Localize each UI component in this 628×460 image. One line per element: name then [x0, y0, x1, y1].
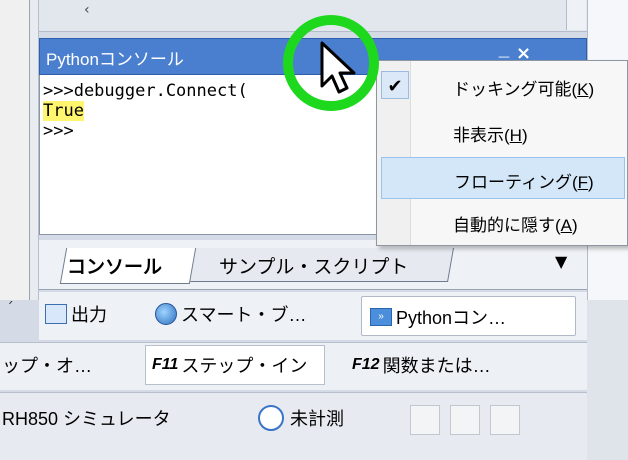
context-menu: ✔ ドッキング可能(K) 非表示(H) フローティング(F) 自動的に隠す(A) — [376, 60, 628, 246]
footprint-icon[interactable] — [410, 405, 440, 435]
console-title: Pythonコンソール — [46, 50, 184, 69]
menu-item-autohide[interactable]: 自動的に隠す(A) — [377, 201, 627, 243]
tab-smart-label: スマート・ブ… — [181, 305, 307, 325]
menu-item-floating[interactable]: フローティング(F) — [381, 157, 625, 199]
measure-status[interactable]: 未計測 — [258, 405, 344, 431]
left-splitter[interactable] — [30, 0, 39, 300]
measure-label: 未計測 — [290, 409, 344, 429]
scroll-left-icon[interactable]: ‹ — [84, 2, 90, 18]
target-status[interactable]: RH850 シミュレータ — [2, 405, 171, 431]
mouse-cursor-icon — [320, 41, 356, 94]
step-out-label: 関数または… — [382, 356, 491, 376]
output-icon — [45, 304, 67, 324]
menu-label-autohide: 自動的に隠す — [453, 216, 555, 235]
globe-icon — [155, 303, 177, 325]
grid-icon[interactable] — [490, 405, 520, 435]
menu-key-h: H — [509, 126, 522, 145]
right-panel-lower — [587, 300, 628, 460]
tab-output[interactable]: 出力 — [45, 296, 107, 332]
tab-output-label: 出力 — [71, 305, 107, 325]
f11-key: F11 — [152, 356, 179, 373]
tab-smart-browser[interactable]: スマート・ブ… — [155, 296, 306, 332]
menu-key-f: F — [577, 173, 589, 192]
menu-key-a: A — [560, 216, 573, 235]
menu-item-hide[interactable]: 非表示(H) — [377, 111, 627, 153]
menu-key-k: K — [577, 80, 589, 99]
timer-icon — [258, 405, 284, 431]
console-line-3: >>> — [43, 121, 74, 141]
tab-python-console[interactable]: » Pythonコン… — [361, 296, 576, 336]
console-line-2: True — [43, 101, 84, 121]
tab-sample-script[interactable]: サンプル・スクリプト — [219, 252, 408, 279]
step-in-label: ステップ・イン — [181, 356, 308, 376]
status-bar: RH850 シミュレータ 未計測 — [0, 392, 587, 460]
tabs-dropdown-icon[interactable]: ▼ — [555, 252, 567, 271]
menu-item-dockable[interactable]: ✔ ドッキング可能(K) — [377, 65, 627, 107]
step-in-button[interactable]: F11 ステップ・イン — [145, 345, 325, 385]
f12-key: F12 — [352, 356, 380, 373]
left-panel — [0, 0, 30, 300]
python-console-icon: » — [370, 308, 392, 326]
menu-label-hide: 非表示 — [453, 126, 504, 145]
tab-python-label: Pythonコン… — [396, 308, 507, 328]
console-line-1: >>>debugger.Connect( — [43, 81, 248, 101]
step-over-label: ップ・オ… — [2, 356, 92, 376]
scroll-marker-icon: ˏ — [6, 285, 14, 304]
console-tabs: サンプル・スクリプト コンソール ▼ — [39, 240, 587, 290]
step-out-button[interactable]: F12 関数または… — [352, 345, 552, 385]
menu-label-dockable: ドッキング可能 — [453, 80, 572, 99]
menu-label-floating: フローティング — [454, 173, 572, 192]
debug-toolbar: ップ・オ… F11 ステップ・イン F12 関数または… — [0, 342, 587, 390]
output-tabs-row: 出力 スマート・ブ… » Pythonコン… — [39, 292, 587, 340]
check-icon: ✔ — [381, 71, 409, 99]
stopwatch-icon[interactable] — [450, 405, 480, 435]
tab-console[interactable]: コンソール — [67, 252, 162, 279]
step-over-button[interactable]: ップ・オ… — [2, 345, 138, 385]
scroll-button[interactable] — [566, 0, 586, 30]
